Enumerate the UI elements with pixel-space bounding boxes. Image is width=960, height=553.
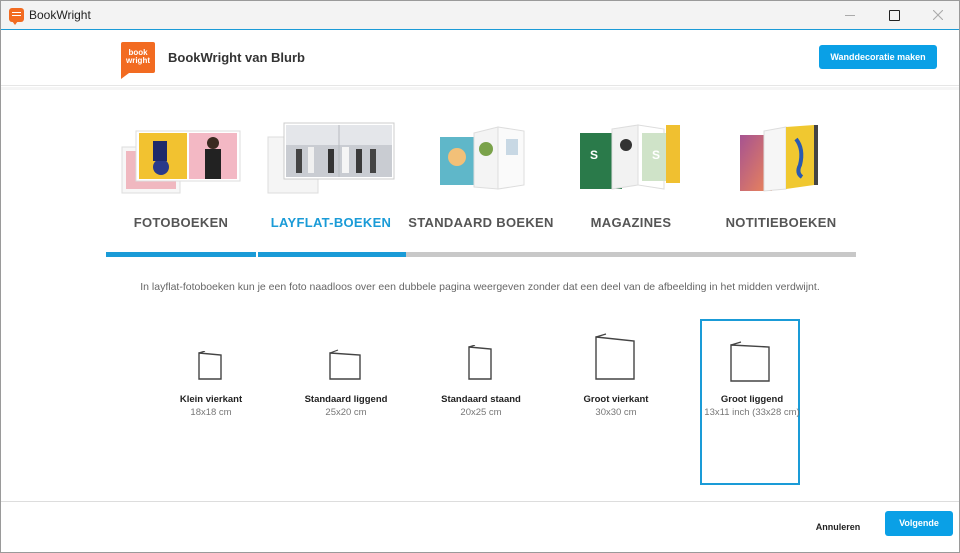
category-label: FOTOBOEKEN — [133, 215, 229, 230]
app-window: BookWright book wright BookWright van Bl… — [0, 0, 960, 553]
category-label: LAYFLAT-BOEKEN — [270, 215, 392, 230]
category-fotoboeken[interactable]: FOTOBOEKEN — [106, 119, 256, 239]
size-name: Groot liggend — [720, 394, 784, 405]
size-name: Standaard liggend — [304, 394, 388, 405]
app-icon — [9, 8, 24, 25]
size-name: Groot vierkant — [583, 394, 649, 405]
small-square-book-icon — [198, 351, 222, 380]
category-label: NOTITIEBOEKEN — [725, 215, 837, 230]
large-landscape-book-icon — [730, 341, 770, 382]
cancel-button[interactable]: Annuleren — [807, 517, 869, 537]
standard-book-image — [440, 126, 525, 190]
large-square-book-icon — [595, 333, 635, 380]
svg-text:S: S — [590, 148, 598, 162]
size-option-large-landscape[interactable]: Groot liggend 13x11 inch (33x28 cm) — [700, 319, 800, 485]
size-dimensions: 20x25 cm — [460, 407, 502, 418]
category-standard-books[interactable]: STANDAARD BOEKEN — [406, 119, 556, 239]
size-dimensions: 25x20 cm — [325, 407, 367, 418]
size-dimensions: 18x18 cm — [190, 407, 232, 418]
size-option-standard-portrait[interactable]: Standaard staand 20x25 cm — [431, 319, 531, 485]
photobook-image — [121, 130, 241, 194]
category-label: STANDAARD BOEKEN — [408, 215, 554, 230]
app-header: book wright BookWright van Blurb Wanddec… — [1, 31, 959, 86]
title-bar: BookWright — [1, 1, 959, 30]
standard-landscape-book-icon — [329, 349, 361, 380]
layflat-book-image — [267, 122, 395, 194]
notebook-image — [740, 125, 818, 192]
minimize-icon[interactable] — [827, 1, 873, 30]
category-progress-bar — [106, 252, 856, 257]
size-name: Klein vierkant — [179, 394, 243, 405]
size-dimensions: 30x30 cm — [595, 407, 637, 418]
category-description: In layflat-fotoboeken kun je een foto na… — [140, 281, 820, 293]
size-name: Standaard staand — [441, 394, 521, 405]
maximize-icon[interactable] — [871, 1, 917, 30]
size-option-standard-landscape[interactable]: Standaard liggend 25x20 cm — [296, 319, 396, 485]
category-label: MAGAZINES — [590, 215, 672, 230]
bookwright-logo: book wright — [121, 42, 155, 79]
close-icon[interactable] — [915, 1, 960, 30]
size-option-large-square[interactable]: Groot vierkant 30x30 cm — [566, 319, 666, 485]
svg-text:S: S — [652, 148, 660, 162]
window-title: BookWright — [29, 8, 91, 22]
wall-decor-button[interactable]: Wanddecoratie maken — [819, 45, 937, 69]
footer-bar: Annuleren Volgende — [1, 501, 959, 552]
size-option-small-square[interactable]: Klein vierkant 18x18 cm — [161, 319, 261, 485]
standard-portrait-book-icon — [468, 345, 492, 380]
category-layflat[interactable]: LAYFLAT-BOEKEN — [256, 119, 406, 239]
progress-separator — [256, 252, 258, 257]
brand-title: BookWright van Blurb — [168, 50, 305, 65]
size-dimensions: 13x11 inch (33x28 cm) — [704, 407, 800, 418]
next-button[interactable]: Volgende — [885, 511, 953, 536]
category-notebooks[interactable]: NOTITIEBOEKEN — [706, 119, 856, 239]
magazine-image: S S — [580, 124, 680, 190]
header-divider — [1, 87, 959, 90]
category-magazines[interactable]: S S MAGAZINES — [556, 119, 706, 239]
